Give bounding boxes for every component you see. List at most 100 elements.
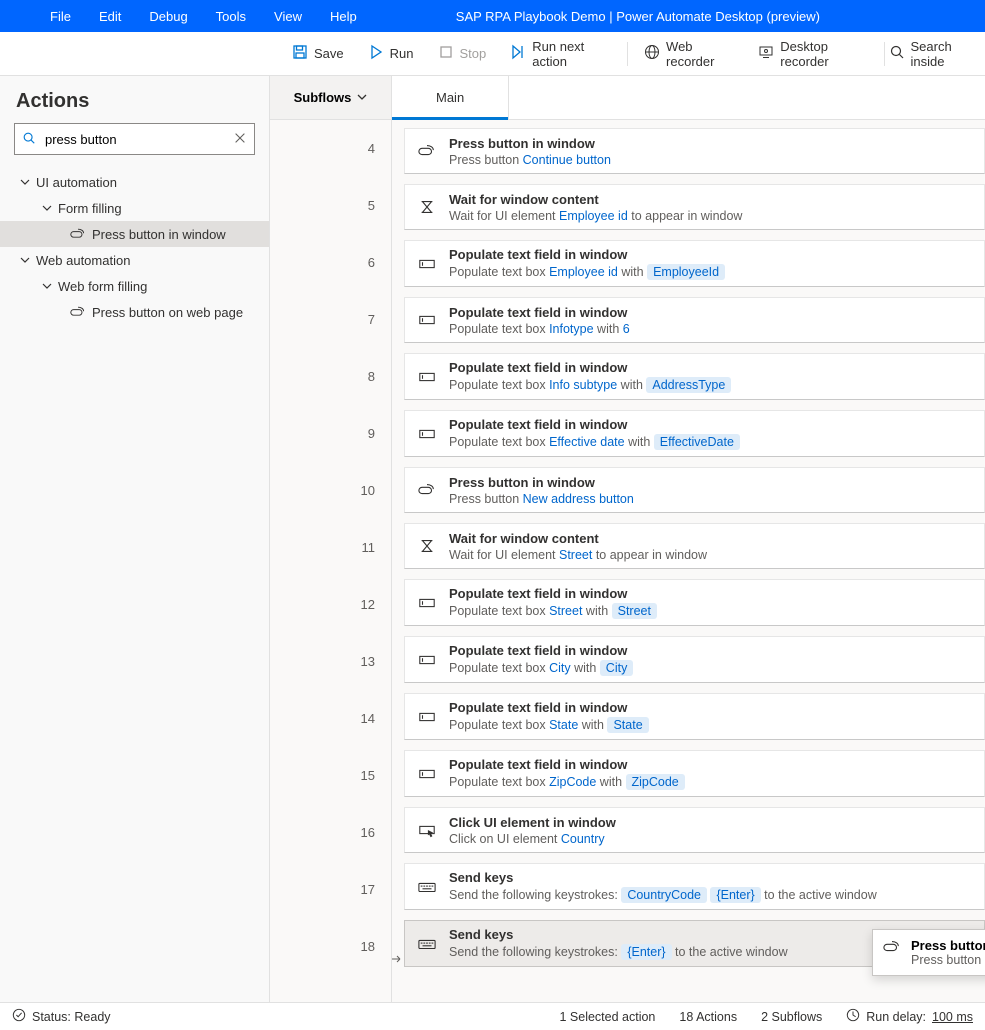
tree-label: Web automation xyxy=(36,253,130,268)
click-icon xyxy=(417,822,437,838)
step-title: Press button in window xyxy=(449,136,611,151)
tree-group-web-automation[interactable]: Web automation xyxy=(0,247,269,273)
chevron-down-icon xyxy=(18,253,32,267)
step-subtitle: Send the following keystrokes: CountryCo… xyxy=(449,887,877,903)
step-subtitle: Send the following keystrokes: {Enter} t… xyxy=(449,944,788,960)
actions-search xyxy=(14,123,255,155)
menu-file[interactable]: File xyxy=(36,0,85,32)
step-title: Populate text field in window xyxy=(449,247,725,262)
text-icon xyxy=(417,709,437,725)
main-menu: File Edit Debug Tools View Help xyxy=(0,0,371,32)
flow-step[interactable]: Populate text field in windowPopulate te… xyxy=(404,693,985,740)
run-label: Run xyxy=(390,46,414,61)
step-title: Populate text field in window xyxy=(449,360,731,375)
stop-button[interactable]: Stop xyxy=(426,32,499,76)
step-title: Populate text field in window xyxy=(449,305,630,320)
flow-step[interactable]: Click UI element in windowClick on UI el… xyxy=(404,807,985,853)
menu-tools[interactable]: Tools xyxy=(202,0,260,32)
flow-step[interactable]: Populate text field in windowPopulate te… xyxy=(404,410,985,457)
step-icon xyxy=(510,44,526,63)
step-subtitle: Populate text box Infotype with 6 xyxy=(449,322,630,336)
run-delay-label: Run delay: xyxy=(866,1010,926,1024)
flow-step[interactable]: Wait for window contentWait for UI eleme… xyxy=(404,523,985,569)
step-subtitle: Populate text box ZipCode with ZipCode xyxy=(449,774,685,790)
app-body: Actions UI automation Form filling Press… xyxy=(0,76,985,1002)
desktop-recorder-button[interactable]: Desktop recorder xyxy=(746,32,879,76)
press-button-icon xyxy=(70,306,86,318)
step-subtitle: Populate text box City with City xyxy=(449,660,633,676)
line-number: 16 xyxy=(270,804,391,861)
flow-step[interactable]: Populate text field in windowPopulate te… xyxy=(404,353,985,400)
save-button[interactable]: Save xyxy=(280,32,356,76)
run-button[interactable]: Run xyxy=(356,32,426,76)
globe-icon xyxy=(644,44,660,63)
drag-handle-icon[interactable] xyxy=(392,954,402,964)
flow-step[interactable]: Populate text field in window Populate te… xyxy=(404,579,985,626)
menu-debug[interactable]: Debug xyxy=(135,0,201,32)
flow-step[interactable]: Populate text field in window Populate te… xyxy=(404,750,985,797)
text-icon xyxy=(417,312,437,328)
step-subtitle: Populate text box Employee id with Emplo… xyxy=(449,264,725,280)
toolbar-search[interactable]: Search inside xyxy=(889,39,985,69)
web-recorder-button[interactable]: Web recorder xyxy=(632,32,746,76)
flow-step[interactable]: Press button in windowPress button Conti… xyxy=(404,128,985,174)
line-number: 8 xyxy=(270,348,391,405)
line-number: 6 xyxy=(270,234,391,291)
step-title: Click UI element in window xyxy=(449,815,616,830)
flow-step[interactable]: Wait for window contentWait for UI eleme… xyxy=(404,184,985,230)
tree-label: Press button on web page xyxy=(92,305,243,320)
toolbar-separator xyxy=(627,42,628,66)
run-delay-value[interactable]: 100 ms xyxy=(932,1010,973,1024)
text-icon xyxy=(417,426,437,442)
step-subtitle: Populate text box Street with Street xyxy=(449,603,657,619)
tab-main[interactable]: Main xyxy=(392,76,509,119)
flow-steps: Press button in windowPress button Conti… xyxy=(392,120,985,1002)
desktop-recorder-label: Desktop recorder xyxy=(780,39,867,69)
run-next-button[interactable]: Run next action xyxy=(498,32,623,76)
line-number: 12 xyxy=(270,576,391,633)
menu-help[interactable]: Help xyxy=(316,0,371,32)
clear-icon[interactable] xyxy=(233,131,247,150)
menu-view[interactable]: View xyxy=(260,0,316,32)
flow-step[interactable]: Populate text field in window Populate te… xyxy=(404,297,985,343)
chevron-down-icon xyxy=(40,279,54,293)
subflows-dropdown[interactable]: Subflows xyxy=(270,76,391,120)
title-bar: File Edit Debug Tools View Help SAP RPA … xyxy=(0,0,985,32)
flow-step[interactable]: Populate text field in windowPopulate te… xyxy=(404,636,985,683)
flow-step[interactable]: Send keysSend the following keystrokes: … xyxy=(404,863,985,910)
pane-splitter[interactable] xyxy=(390,120,391,1002)
flow-tabs: Main xyxy=(392,76,985,120)
flow-step[interactable]: Populate text field in window Populate te… xyxy=(404,240,985,287)
step-subtitle: Populate text box Effective date with Ef… xyxy=(449,434,740,450)
flow-step[interactable]: Press button in windowPress button New a… xyxy=(404,467,985,513)
wait-icon xyxy=(417,199,437,215)
step-title: Wait for window content xyxy=(449,192,742,207)
drag-tooltip: Press button in window Press button in w… xyxy=(872,929,985,976)
step-title: Populate text field in window xyxy=(449,700,649,715)
step-title: Populate text field in window xyxy=(449,586,657,601)
line-number: 7 xyxy=(270,291,391,348)
stop-label: Stop xyxy=(460,46,487,61)
text-icon xyxy=(417,369,437,385)
menu-edit[interactable]: Edit xyxy=(85,0,135,32)
tree-group-ui-automation[interactable]: UI automation xyxy=(0,169,269,195)
chevron-down-icon xyxy=(40,201,54,215)
toolbar: Save Run Stop Run next action Web record… xyxy=(0,32,985,76)
tree-group-form-filling[interactable]: Form filling xyxy=(0,195,269,221)
save-icon xyxy=(292,44,308,63)
line-number: 9 xyxy=(270,405,391,462)
tree-group-web-form-filling[interactable]: Web form filling xyxy=(0,273,269,299)
tree-item-press-button-in-window[interactable]: Press button in window xyxy=(0,221,269,247)
step-subtitle: Wait for UI element Street to appear in … xyxy=(449,548,707,562)
window-title: SAP RPA Playbook Demo | Power Automate D… xyxy=(371,9,985,24)
tree-label: Form filling xyxy=(58,201,122,216)
clock-icon xyxy=(846,1008,860,1025)
press-icon xyxy=(417,143,437,159)
tree-item-press-button-on-web-page[interactable]: Press button on web page xyxy=(0,299,269,325)
step-title: Populate text field in window xyxy=(449,757,685,772)
actions-search-input[interactable] xyxy=(14,123,255,155)
step-title: Press button in window xyxy=(449,475,634,490)
line-number: 4 xyxy=(270,120,391,177)
text-icon xyxy=(417,256,437,272)
press-button-icon xyxy=(883,938,901,957)
